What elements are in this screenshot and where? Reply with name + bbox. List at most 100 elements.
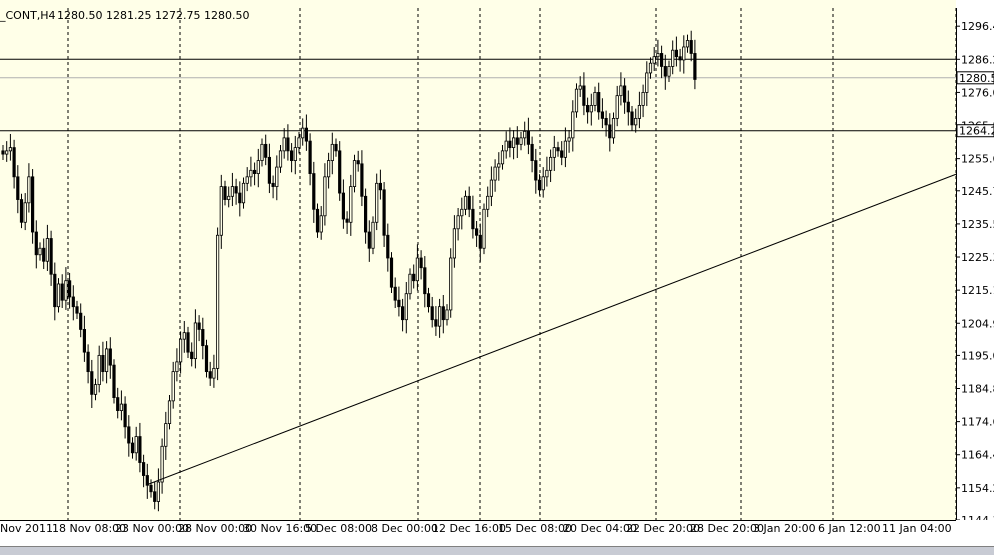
candle-body bbox=[116, 397, 120, 411]
candle-body bbox=[412, 273, 416, 282]
candle-body bbox=[404, 293, 408, 321]
candle-body bbox=[286, 137, 290, 152]
candle-body bbox=[245, 176, 249, 184]
candle-body bbox=[49, 238, 53, 275]
candle-body bbox=[334, 143, 338, 152]
candle-body bbox=[204, 345, 209, 373]
candle-body bbox=[105, 348, 109, 373]
candle bbox=[371, 216, 375, 255]
candle-body bbox=[508, 140, 512, 149]
price-tick-label: 1204.90 bbox=[961, 317, 994, 330]
candle-body bbox=[352, 160, 357, 187]
candle-body bbox=[375, 182, 379, 223]
candle-body bbox=[537, 179, 542, 191]
candle-body bbox=[293, 147, 297, 161]
candle-body bbox=[1, 150, 5, 155]
candle-body bbox=[312, 173, 316, 210]
candle-body bbox=[493, 166, 497, 181]
candle-body bbox=[645, 72, 649, 93]
candle-body bbox=[586, 105, 590, 113]
candle-body bbox=[260, 143, 264, 161]
candle-body bbox=[308, 140, 312, 174]
candle-body bbox=[282, 137, 286, 152]
price-tick-label: 1276.00 bbox=[961, 86, 994, 99]
candle-body bbox=[419, 257, 423, 269]
candle-body bbox=[197, 322, 201, 330]
candle-body bbox=[338, 150, 342, 194]
candle-body bbox=[556, 147, 560, 152]
candle-body bbox=[674, 49, 679, 58]
candle-body bbox=[275, 166, 279, 187]
candle-body bbox=[541, 176, 545, 191]
candle-body bbox=[689, 40, 693, 54]
candle-body bbox=[112, 364, 116, 399]
candle-body bbox=[611, 117, 616, 139]
candle-body bbox=[504, 140, 508, 152]
candle-body bbox=[482, 208, 486, 249]
candle-body bbox=[149, 484, 153, 493]
candle-body bbox=[53, 273, 57, 308]
candle-body bbox=[593, 92, 597, 106]
candle-body bbox=[367, 231, 371, 249]
candle-body bbox=[560, 150, 564, 158]
candle-body bbox=[589, 105, 593, 113]
time-axis-label: 3 Jan 20:00 bbox=[753, 522, 816, 535]
price-chart[interactable]: 1296.401286.201276.001265.801255.601245.… bbox=[0, 0, 994, 555]
candle-body bbox=[408, 273, 412, 295]
candle-body bbox=[452, 228, 457, 259]
candle-body bbox=[534, 160, 538, 181]
candle-body bbox=[489, 179, 494, 197]
candle-body bbox=[119, 403, 123, 411]
candle-body bbox=[430, 306, 434, 321]
candle-body bbox=[215, 234, 220, 369]
candle-body bbox=[515, 137, 519, 145]
candle-body bbox=[341, 192, 346, 220]
candle-body bbox=[437, 306, 442, 327]
candle-body bbox=[267, 156, 272, 184]
candle-body bbox=[567, 137, 571, 142]
candle-body bbox=[682, 46, 686, 61]
candle-body bbox=[60, 283, 64, 301]
candle-body bbox=[134, 436, 138, 454]
candle-body bbox=[685, 40, 690, 48]
candle-body bbox=[608, 124, 612, 139]
candle bbox=[204, 339, 209, 378]
time-axis-label: 6 Jan 12:00 bbox=[818, 522, 881, 535]
candle-body bbox=[86, 351, 90, 373]
candle-body bbox=[463, 195, 468, 210]
candle-body bbox=[27, 176, 31, 204]
candle bbox=[112, 359, 116, 404]
candle-body bbox=[619, 85, 623, 97]
candle-body bbox=[68, 280, 72, 298]
candle-body bbox=[101, 354, 105, 373]
candle-body bbox=[79, 312, 83, 330]
candle-body bbox=[467, 195, 471, 210]
candle-body bbox=[678, 56, 682, 61]
candle-body bbox=[389, 257, 394, 288]
candle-body bbox=[486, 195, 490, 210]
time-axis-label: 11 Jan 04:00 bbox=[882, 522, 952, 535]
candle-body bbox=[230, 186, 234, 197]
candle bbox=[352, 154, 357, 193]
candle-body bbox=[671, 49, 675, 67]
candle-body bbox=[523, 130, 527, 139]
candle-body bbox=[626, 101, 630, 113]
candle-body bbox=[34, 231, 38, 256]
candle-body bbox=[323, 176, 327, 217]
candle-body bbox=[271, 182, 275, 187]
candle-body bbox=[278, 150, 283, 168]
hline-price-label: 1264.20 bbox=[956, 124, 994, 138]
candle-body bbox=[386, 234, 390, 259]
candle-body bbox=[578, 85, 582, 90]
candle-body bbox=[360, 163, 364, 197]
candle-body bbox=[519, 137, 523, 145]
candle-body bbox=[123, 403, 127, 428]
candle-body bbox=[471, 208, 475, 230]
chart-canvas[interactable]: 1296.401286.201276.001265.801255.601245.… bbox=[0, 0, 994, 554]
time-axis-label: 8 Dec 00:00 bbox=[371, 522, 438, 535]
price-tick-label: 1154.20 bbox=[961, 482, 994, 495]
price-tick-label: 1296.40 bbox=[961, 20, 994, 33]
candle-body bbox=[93, 384, 98, 395]
candle-body bbox=[571, 111, 575, 139]
candle-body bbox=[615, 95, 619, 119]
